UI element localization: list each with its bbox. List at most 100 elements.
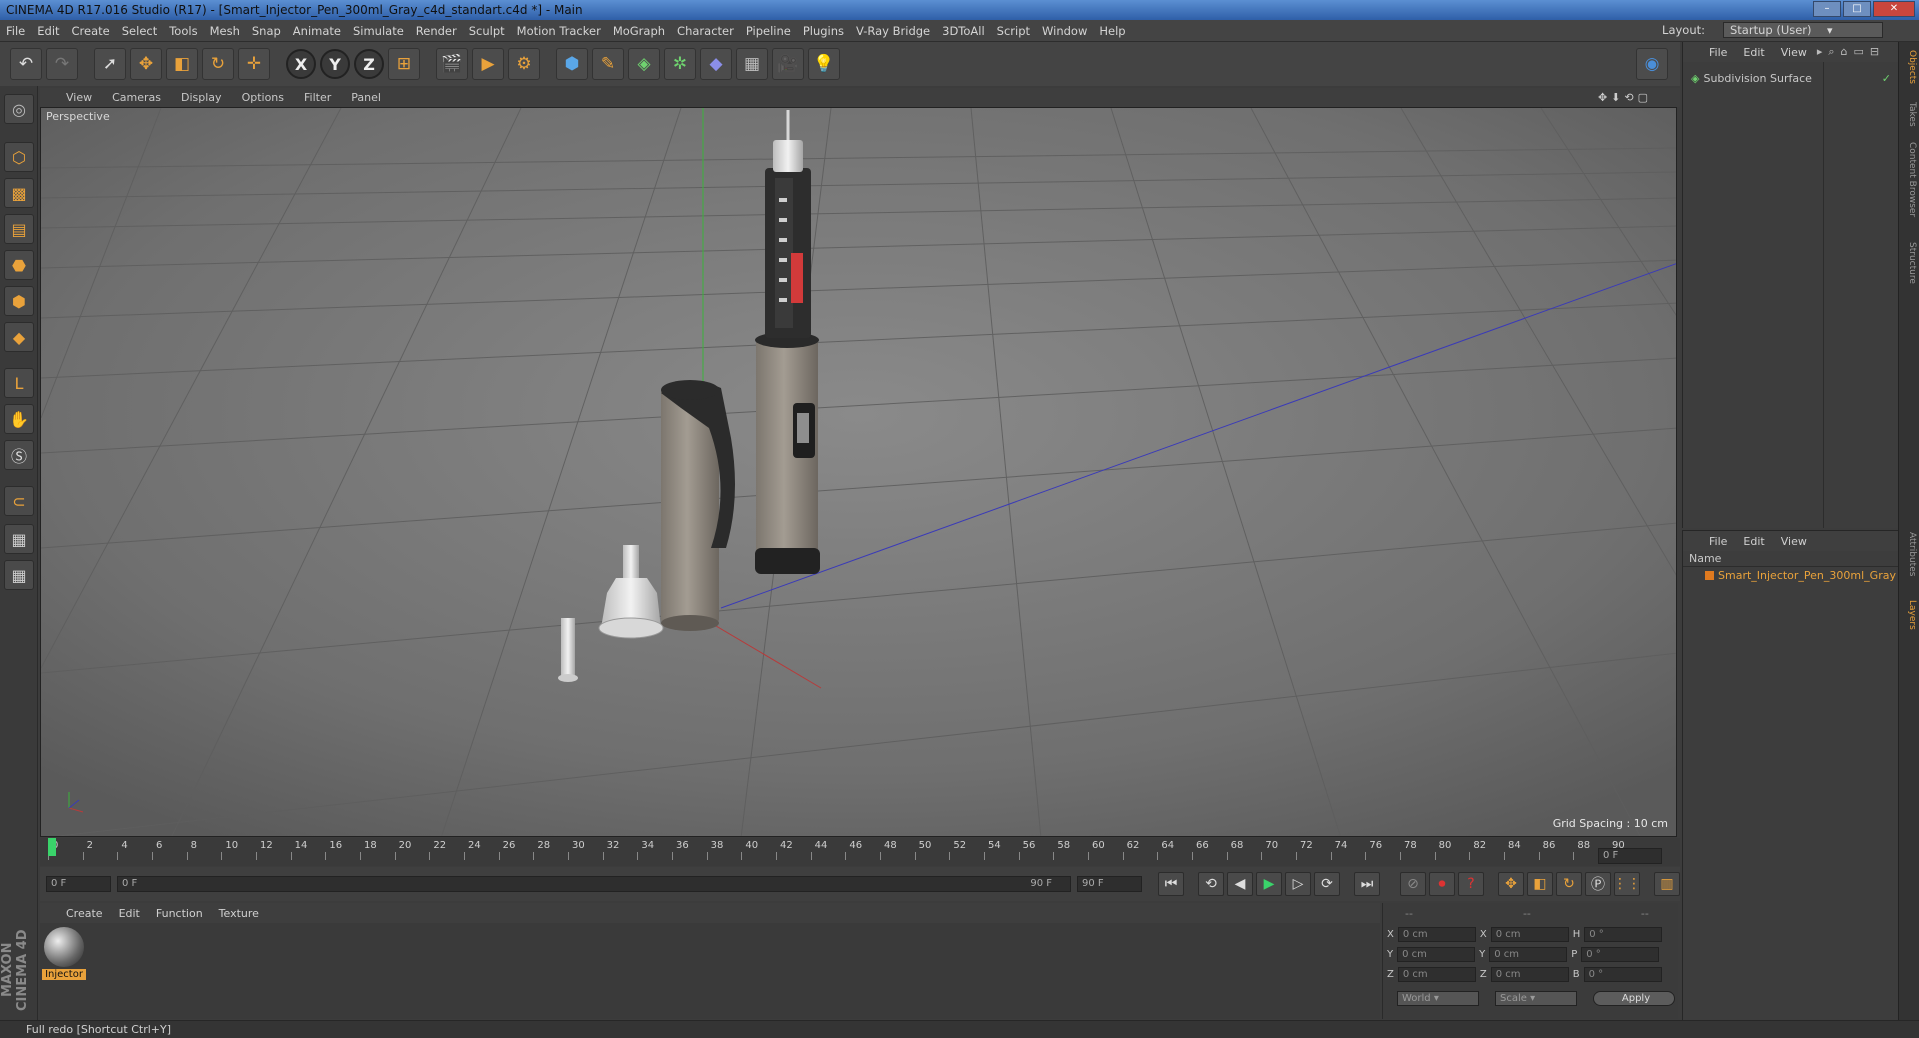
- menu-snap[interactable]: Snap: [252, 24, 281, 38]
- coord-mode-dropdown[interactable]: World ▾: [1397, 991, 1479, 1006]
- menu-edit[interactable]: Edit: [37, 24, 59, 38]
- apply-button[interactable]: Apply: [1593, 991, 1675, 1006]
- menu-sculpt[interactable]: Sculpt: [469, 24, 505, 38]
- autokey-icon[interactable]: ?: [1458, 872, 1484, 896]
- position-x-field[interactable]: 0 cm: [1397, 927, 1476, 942]
- menu-file[interactable]: File: [6, 24, 25, 38]
- position-z-field[interactable]: 0 cm: [1397, 967, 1476, 982]
- z-axis-lock-icon[interactable]: Z: [354, 49, 384, 79]
- menu-plugins[interactable]: Plugins: [803, 24, 844, 38]
- layer-row[interactable]: Smart_Injector_Pen_300ml_Gray: [1683, 569, 1898, 582]
- go-to-start-icon[interactable]: ⏮: [1158, 872, 1184, 896]
- object-manager-tools-icons[interactable]: ▸⌕⌂▭⊟: [1817, 45, 1885, 59]
- frame-range-slider[interactable]: 0 F 90 F: [117, 876, 1071, 892]
- snap-icon[interactable]: Ⓢ: [4, 440, 34, 470]
- material-menu-function[interactable]: Function: [156, 907, 203, 920]
- play-icon[interactable]: ▶: [1256, 872, 1282, 896]
- menu-tools[interactable]: Tools: [169, 24, 197, 38]
- layer-menu-view[interactable]: View: [1781, 535, 1807, 548]
- previous-key-icon[interactable]: ⟲: [1198, 872, 1224, 896]
- next-frame-icon[interactable]: ▷: [1285, 872, 1311, 896]
- material-menu-edit[interactable]: Edit: [119, 907, 140, 920]
- floor-icon[interactable]: ▦: [736, 48, 768, 80]
- key-rotation-icon[interactable]: ↻: [1556, 872, 1582, 896]
- viewport-menu-panel[interactable]: Panel: [351, 91, 381, 104]
- transform-tool-icon[interactable]: ✛: [238, 48, 270, 80]
- undo-icon[interactable]: ↶: [10, 48, 42, 80]
- subdivision-icon[interactable]: ◈: [628, 48, 660, 80]
- render-picture-viewer-icon[interactable]: ▶: [472, 48, 504, 80]
- object-enabled-check-icon[interactable]: ✓: [1882, 72, 1891, 85]
- tab-layers[interactable]: Layers: [1901, 600, 1917, 630]
- menu-3dtoall[interactable]: 3DToAll: [942, 24, 985, 38]
- menu-help[interactable]: Help: [1099, 24, 1125, 38]
- viewport-menu-filter[interactable]: Filter: [304, 91, 331, 104]
- viewport-menu-cameras[interactable]: Cameras: [112, 91, 161, 104]
- render-view-icon[interactable]: 🎬: [436, 48, 468, 80]
- coordinate-system-icon[interactable]: ⊞: [388, 48, 420, 80]
- edges-mode-icon[interactable]: ⬢: [4, 286, 34, 316]
- viewport-menu-options[interactable]: Options: [242, 91, 284, 104]
- make-editable-icon[interactable]: ◎: [4, 94, 34, 124]
- move-tool-icon[interactable]: ✥: [130, 48, 162, 80]
- redo-icon[interactable]: ↷: [46, 48, 78, 80]
- maximize-button[interactable]: □: [1843, 1, 1871, 17]
- axis-mode-icon[interactable]: L: [4, 368, 34, 398]
- cube-icon[interactable]: ⬢: [556, 48, 588, 80]
- playhead[interactable]: [48, 838, 56, 856]
- menu-render[interactable]: Render: [416, 24, 457, 38]
- object-menu-view[interactable]: View: [1781, 46, 1807, 59]
- material-menu-create[interactable]: Create: [66, 907, 103, 920]
- loop-icon[interactable]: ⟳: [1314, 872, 1340, 896]
- material-swatch[interactable]: Injector: [42, 927, 86, 985]
- render-settings-icon[interactable]: ⚙: [508, 48, 540, 80]
- menu-window[interactable]: Window: [1042, 24, 1087, 38]
- select-arrow-icon[interactable]: ➚: [94, 48, 126, 80]
- tab-content-browser[interactable]: Content Browser: [1901, 142, 1917, 217]
- python-icon[interactable]: ◉: [1636, 48, 1668, 80]
- key-position-icon[interactable]: ✥: [1498, 872, 1524, 896]
- position-y-field[interactable]: 0 cm: [1397, 947, 1476, 962]
- menu-select[interactable]: Select: [122, 24, 157, 38]
- end-frame-field[interactable]: 90 F: [1077, 876, 1142, 892]
- material-menu-texture[interactable]: Texture: [219, 907, 259, 920]
- pen-spline-icon[interactable]: ✎: [592, 48, 624, 80]
- current-frame-field[interactable]: 0 F: [1598, 848, 1662, 864]
- scale-tool-icon[interactable]: ◧: [166, 48, 198, 80]
- perspective-viewport[interactable]: Perspective Grid Spacing : 10 cm: [40, 107, 1677, 837]
- tab-structure[interactable]: Structure: [1901, 242, 1917, 284]
- go-to-end-icon[interactable]: ⏭: [1354, 872, 1380, 896]
- mograph-cloner-icon[interactable]: ✲: [664, 48, 696, 80]
- layout-dropdown[interactable]: Startup (User) ▾: [1723, 22, 1883, 38]
- workplane-icon[interactable]: ▤: [4, 214, 34, 244]
- size-z-field[interactable]: 0 cm: [1490, 967, 1569, 982]
- key-pla-icon[interactable]: ⋮⋮: [1613, 872, 1641, 896]
- tab-takes[interactable]: Takes: [1901, 102, 1917, 127]
- minimize-button[interactable]: –: [1813, 1, 1841, 17]
- menu-animate[interactable]: Animate: [293, 24, 341, 38]
- menu-character[interactable]: Character: [677, 24, 734, 38]
- menu-mograph[interactable]: MoGraph: [613, 24, 665, 38]
- locked-workplane-icon[interactable]: ▦: [4, 524, 34, 554]
- camera-icon[interactable]: 🎥: [772, 48, 804, 80]
- motion-path-icon[interactable]: ⊘: [1400, 872, 1426, 896]
- menu-script[interactable]: Script: [997, 24, 1030, 38]
- record-icon[interactable]: ⏺: [1429, 872, 1455, 896]
- menu-vray-bridge[interactable]: V-Ray Bridge: [856, 24, 930, 38]
- layer-menu-file[interactable]: File: [1709, 535, 1727, 548]
- size-x-field[interactable]: 0 cm: [1490, 927, 1569, 942]
- light-icon[interactable]: 💡: [808, 48, 840, 80]
- menu-mesh[interactable]: Mesh: [210, 24, 240, 38]
- planar-workplane-icon[interactable]: ▦: [4, 560, 34, 590]
- rotation-p-field[interactable]: 0 °: [1581, 947, 1660, 962]
- object-menu-edit[interactable]: Edit: [1743, 46, 1764, 59]
- x-axis-lock-icon[interactable]: X: [286, 49, 316, 79]
- points-mode-icon[interactable]: ⬣: [4, 250, 34, 280]
- timeline-window-icon[interactable]: ▥: [1654, 872, 1680, 896]
- texture-mode-icon[interactable]: ▩: [4, 178, 34, 208]
- size-y-field[interactable]: 0 cm: [1489, 947, 1568, 962]
- menu-motion-tracker[interactable]: Motion Tracker: [517, 24, 601, 38]
- rotation-h-field[interactable]: 0 °: [1584, 927, 1663, 942]
- y-axis-lock-icon[interactable]: Y: [320, 49, 350, 79]
- magnet-icon[interactable]: ⊂: [4, 486, 34, 516]
